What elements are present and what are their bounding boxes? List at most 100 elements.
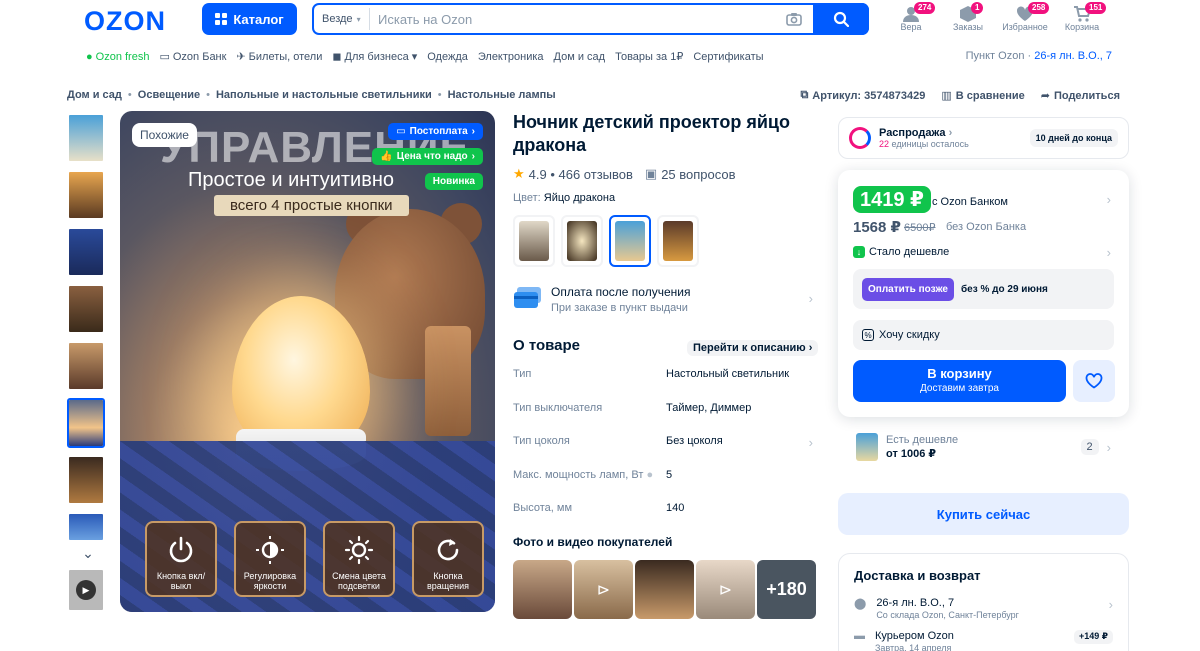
pay-later-box: Оплатить позже без % до 29 июня [853,269,1114,309]
customer-photo[interactable] [513,560,572,619]
subnav-item-tickets[interactable]: ✈ Билеты, отели [236,50,322,64]
subnav-item-one-ruble[interactable]: Товары за 1₽ [615,50,683,63]
chevron-right-icon: › [948,127,953,139]
video-thumbnail[interactable]: ▶ [67,568,105,612]
postoplata-tag[interactable]: ▭ Постоплата › [388,123,483,140]
sale-countdown: 10 дней до конца [1029,129,1118,147]
ozon-logo[interactable]: OZON [84,6,166,37]
rating-link[interactable]: ★ 4.9 • 466 отзывов [513,166,633,182]
header-cart[interactable]: 151 Корзина [1059,2,1107,36]
subnav-item-electronics[interactable]: Электроника [478,51,544,63]
favorites-label: Избранное [1002,22,1048,32]
cheaper-offers[interactable]: Есть дешевле от 1006 ₽ 2 › [838,424,1129,470]
want-discount-button[interactable]: % Хочу скидку [853,320,1114,350]
similar-button[interactable]: Похожие [132,123,197,147]
payment-subtitle: При заказе в пункт выдачи [551,302,688,314]
variant-option-selected[interactable] [609,215,651,267]
questions-link[interactable]: ▣ 25 вопросов [645,166,736,182]
delivery-pickup-row[interactable]: ⬤ 26-я лн. В.О., 7 Со склада Ozon, Санкт… [854,597,1113,620]
subnav-item-bank[interactable]: ▭ Ozon Банк [159,50,226,64]
sale-remaining-count: 22 [879,139,890,149]
payment-after-receipt[interactable]: Оплата после получения При заказе в пунк… [513,285,813,314]
goto-description-label: Перейти к описанию [693,342,806,354]
cheaper-offer-price: от 1006 ₽ [886,448,937,460]
spec-value: Таймер, Диммер [666,402,752,414]
subnav-item-clothes[interactable]: Одежда [427,51,468,63]
pay-later-button[interactable]: Оплатить позже [862,277,954,301]
buy-now-button[interactable]: Купить сейчас [838,493,1129,535]
thumbnail[interactable] [67,113,105,163]
search-scope-label: Везде [322,13,353,25]
sale-icon [849,127,871,149]
catalog-button[interactable]: Каталог [202,3,297,35]
postoplata-label: Постоплата [409,126,468,137]
compare-icon: ▥ [941,90,952,102]
product-main-image[interactable]: УПРАВЛЕНИЕ Простое и интуитивно всего 4 … [120,111,495,612]
copy-icon: ⧉ [800,89,809,101]
cart-label: Корзина [1064,22,1100,32]
variant-option[interactable] [513,215,555,267]
share-button[interactable]: ➦ Поделиться [1041,89,1120,103]
pickup-point[interactable]: Пункт Ozon · 26-я лн. В.О., 7 [966,50,1112,62]
subnav-item-fresh[interactable]: ● Ozon fresh [86,51,149,63]
cheaper-offer-label: Есть дешевле [886,434,959,446]
product-title: Ночник детский проектор яйцо дракона [513,112,790,155]
subnav-item-certificates[interactable]: Сертификаты [693,51,763,63]
sale-title-text: Распродажа [879,127,946,139]
delivery-courier-row[interactable]: ▬ Курьером Ozon Завтра, 14 апреля +149 ₽ [854,630,1113,651]
thumbnail[interactable] [67,227,105,277]
variant-option[interactable] [561,215,603,267]
questions-text: 25 вопросов [661,166,736,182]
thumbnail[interactable] [67,512,105,542]
good-price-tag[interactable]: 👍 Цена что надо › [372,148,483,165]
customer-video[interactable]: ⊳ [574,560,633,619]
price-card: 1419 ₽ с Ozon Банком › 1568 ₽ 6500₽ без … [838,170,1129,417]
price-dropped[interactable]: ↓ Стало дешевле [853,246,949,258]
customer-video[interactable]: ⊳ [696,560,755,619]
feature-label: Кнопка вращения [427,571,469,591]
compare-button[interactable]: ▥ В сравнение [941,89,1024,103]
grid-icon [215,13,228,25]
search-button[interactable] [813,3,869,35]
chevron-right-icon[interactable]: › [1107,192,1111,207]
thumbnail[interactable] [67,455,105,505]
search-input[interactable] [370,11,783,27]
profile-badge: 274 [914,2,936,14]
favorite-button[interactable] [1073,360,1115,402]
variant-option[interactable] [657,215,699,267]
cart-badge: 151 [1085,2,1107,14]
spec-key-text: Макс. мощность ламп, Вт [513,469,644,481]
sale-remaining-text: единицы осталось [891,139,969,149]
spec-row[interactable]: Тип цоколя Без цоколя › [513,435,813,450]
header-favorites[interactable]: 258 Избранное [1002,2,1050,36]
sale-card[interactable]: Распродажа › 22 единицы осталось 10 дней… [838,117,1129,159]
search-scope-dropdown[interactable]: Везде ▾ [314,8,370,30]
breadcrumb-item[interactable]: Настольные лампы [448,89,556,101]
breadcrumb-item[interactable]: Освещение [138,89,200,101]
info-icon[interactable]: ● [646,469,653,481]
more-photos[interactable]: +180 [757,560,816,619]
add-to-cart-button[interactable]: В корзину Доставим завтра [853,360,1066,402]
product-meta-row: ⧉ Артикул: 3574873429 ▥ В сравнение ➦ Подел… [800,89,1120,102]
subnav-item-business[interactable]: ◼ Для бизнеса ▾ [332,50,417,64]
article-number[interactable]: ⧉ Артикул: 3574873429 [800,89,925,102]
feature-label: Регулировка яркости [243,571,297,591]
customer-photos: ⊳ ⊳ +180 [513,560,816,619]
price-dropped-label: Стало дешевле [869,246,950,258]
header-orders[interactable]: 1 Заказы [945,2,991,36]
spec-key: Макс. мощность ламп, Вт ● [513,469,666,481]
thumbnail[interactable] [67,341,105,391]
customer-photo[interactable] [635,560,694,619]
chevron-down-icon[interactable]: ⌄ [67,545,109,562]
thumbnail[interactable] [67,284,105,334]
breadcrumb-item[interactable]: Напольные и настольные светильники [216,89,432,101]
camera-icon[interactable] [783,8,805,30]
header-profile[interactable]: 274 Вера [888,2,936,36]
thumbnail[interactable] [67,170,105,220]
subnav-item-home[interactable]: Дом и сад [554,51,606,63]
spec-value: Настольный светильник [666,368,790,380]
spec-key: Тип цоколя [513,435,570,447]
thumbnail-active[interactable] [67,398,105,448]
breadcrumb-item[interactable]: Дом и сад [67,89,122,101]
goto-description-button[interactable]: Перейти к описанию › [687,340,819,356]
